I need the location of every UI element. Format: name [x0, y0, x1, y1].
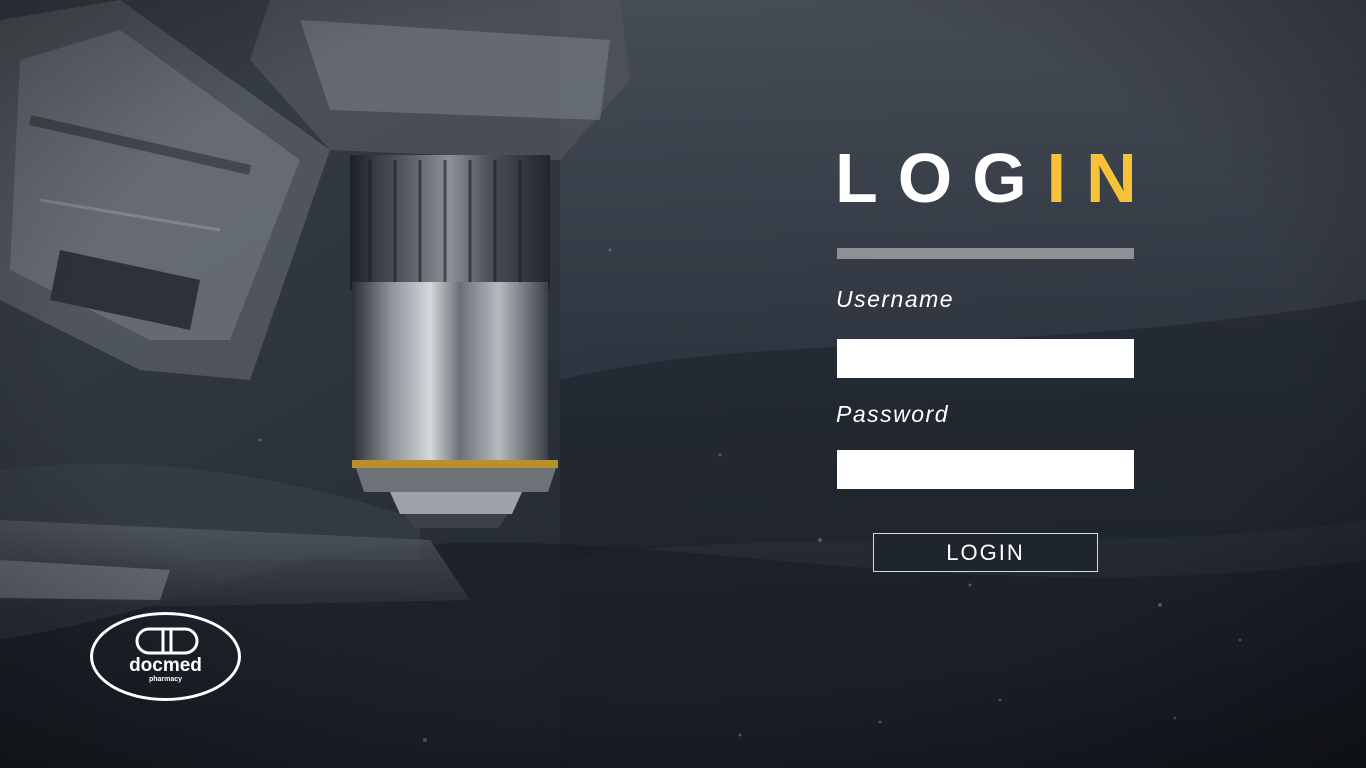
password-input[interactable] — [837, 450, 1134, 489]
username-label: Username — [836, 286, 955, 312]
login-button[interactable]: LOGIN — [873, 533, 1098, 572]
password-label: Password — [836, 401, 949, 427]
logo-tagline: pharmacy — [148, 676, 183, 683]
docmed-logo: docmed pharmacy — [90, 612, 241, 701]
login-title-main: LOG — [835, 139, 1047, 217]
pill-capsule-icon — [135, 627, 199, 655]
username-input[interactable] — [837, 339, 1134, 378]
logo-name: docmed — [129, 655, 202, 676]
login-title: LOGIN — [835, 140, 1155, 216]
title-divider — [837, 248, 1134, 259]
login-screen: LOGIN Username Password LOGIN docmed pha… — [0, 0, 1366, 768]
login-title-accent: IN — [1046, 139, 1157, 217]
